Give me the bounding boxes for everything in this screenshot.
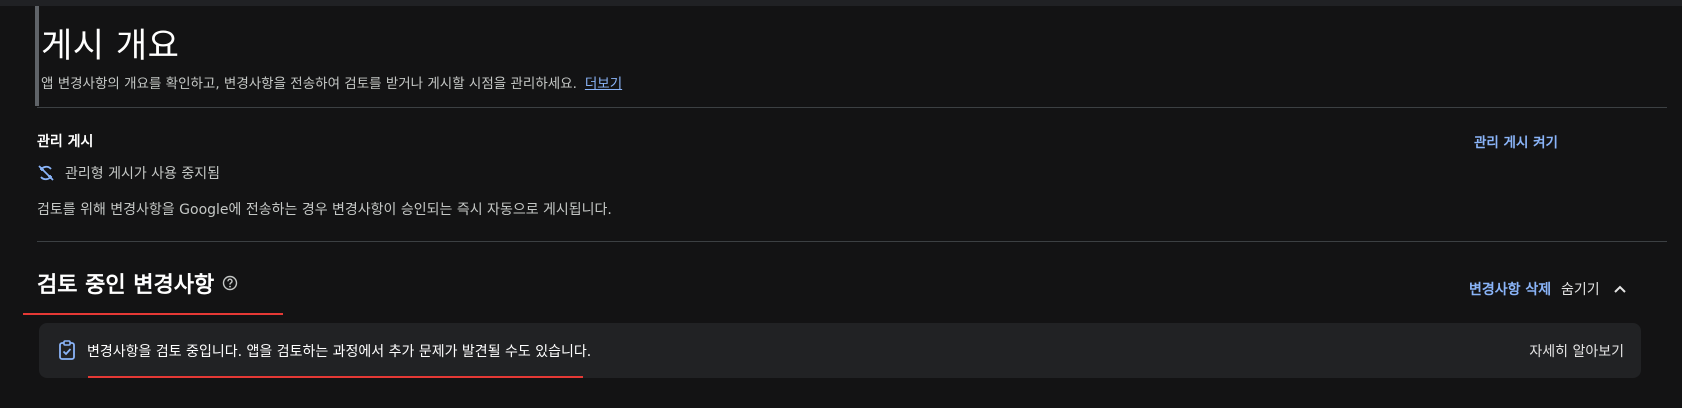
page-description-text: 앱 변경사항의 개요를 확인하고, 변경사항을 전송하여 검토를 받거나 게시할… [41, 76, 577, 92]
delete-changes-button[interactable]: 변경사항 삭제 [1469, 279, 1551, 299]
review-section-title: 검토 중인 변경사항 [37, 267, 238, 299]
review-notice: 변경사항을 검토 중입니다. 앱을 검토하는 과정에서 추가 문제가 발견될 수… [39, 323, 1641, 378]
managed-publishing-status-text: 관리형 게시가 사용 중지됨 [65, 166, 221, 182]
page-header: 게시 개요 앱 변경사항의 개요를 확인하고, 변경사항을 전송하여 검토를 받… [35, 6, 1669, 106]
sync-disabled-icon [37, 164, 55, 182]
hide-toggle-button[interactable]: 숨기기 [1561, 279, 1628, 299]
managed-publishing-status: 관리형 게시가 사용 중지됨 [37, 163, 220, 183]
page-description: 앱 변경사항의 개요를 확인하고, 변경사항을 전송하여 검토를 받거나 게시할… [41, 72, 622, 92]
learn-more-link[interactable]: 더보기 [585, 76, 622, 92]
learn-more-button[interactable]: 자세히 알아보기 [1529, 341, 1624, 361]
hide-label: 숨기기 [1561, 282, 1600, 298]
annotation-underline [88, 376, 583, 378]
managed-publishing-description: 검토를 위해 변경사항을 Google에 전송하는 경우 변경사항이 승인되는 … [37, 202, 612, 218]
review-section-title-text: 검토 중인 변경사항 [37, 273, 215, 298]
divider [37, 241, 1667, 242]
help-circle-icon[interactable] [222, 275, 238, 291]
annotation-underline [23, 313, 283, 315]
divider [37, 107, 1667, 108]
page-title: 게시 개요 [41, 26, 180, 66]
clipboard-check-icon [56, 339, 78, 361]
review-notice-text: 변경사항을 검토 중입니다. 앱을 검토하는 과정에서 추가 문제가 발견될 수… [87, 344, 592, 360]
managed-publishing-label: 관리 게시 [37, 134, 94, 150]
chevron-up-icon [1612, 281, 1628, 297]
turn-on-managed-publishing-link[interactable]: 관리 게시 켜기 [1474, 131, 1558, 151]
